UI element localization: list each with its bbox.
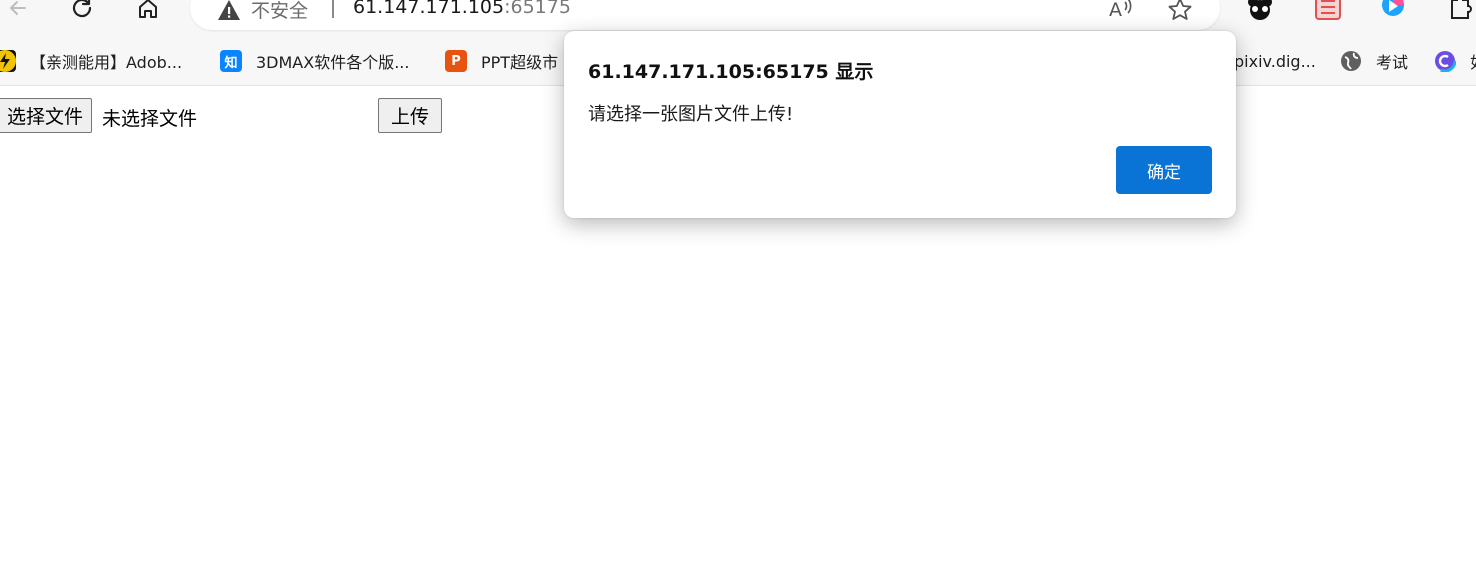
url-text[interactable]: 61.147.171.105:65175 [353, 0, 571, 18]
globe-icon [1340, 50, 1362, 72]
copilot-icon[interactable] [1378, 0, 1408, 22]
url-host: 61.147.171.105 [353, 0, 505, 18]
bookmark-label: 考试 [1376, 53, 1409, 72]
bookmark-item[interactable]: 如 [1434, 48, 1476, 74]
upload-button[interactable]: 上传 [378, 98, 442, 133]
extensions-puzzle-icon[interactable] [1444, 0, 1474, 22]
dialog-title: 61.147.171.105:65175 显示 [588, 61, 874, 83]
bookmark-label: PPT超级市 [481, 53, 559, 72]
bear-icon[interactable] [1245, 0, 1275, 22]
bookmark-item[interactable]: 知 3DMAX软件各个版... [220, 48, 409, 74]
puzzle-game-icon[interactable] [1313, 0, 1343, 22]
dialog-message: 请选择一张图片文件上传! [588, 104, 794, 125]
bookmark-label: 【亲测能用】Adob... [30, 53, 183, 72]
bookmark-item[interactable]: P PPT超级市 [445, 48, 558, 74]
bookmark-label: pixiv.dig... [1234, 51, 1316, 71]
url-port: :65175 [504, 0, 571, 18]
bookmark-item[interactable]: 考试 [1340, 48, 1408, 74]
bookmark-label: 3DMAX软件各个版... [256, 53, 410, 72]
choose-file-button[interactable]: 选择文件 [0, 98, 93, 133]
ok-button[interactable]: 确定 [1116, 146, 1212, 194]
address-bar[interactable]: 不安全 61.147.171.105:65175 A [190, 0, 1220, 30]
bookmark-label: 如 [1470, 49, 1476, 73]
alert-dialog: 61.147.171.105:65175 显示 请选择一张图片文件上传! 确定 [564, 31, 1236, 218]
ppt-icon: P [445, 50, 467, 72]
home-icon[interactable] [132, 0, 164, 24]
star-icon[interactable] [1166, 0, 1196, 24]
file-status-text: 未选择文件 [102, 108, 198, 130]
bookmark-item[interactable]: 【亲测能用】Adob... [0, 48, 182, 74]
read-aloud-icon[interactable]: A [1108, 0, 1138, 22]
lightning-icon [0, 50, 16, 72]
warning-triangle-icon[interactable] [216, 0, 242, 23]
zhihu-icon: 知 [220, 50, 242, 72]
reload-icon[interactable] [66, 0, 98, 24]
svg-text:A: A [1109, 0, 1122, 21]
bookmark-item[interactable]: pixiv.dig... [1234, 48, 1316, 74]
security-status-label[interactable]: 不安全 [251, 0, 308, 23]
back-arrow-icon[interactable] [2, 0, 34, 24]
edge-copilot-icon [1434, 50, 1456, 72]
omnibox-divider [332, 0, 334, 18]
